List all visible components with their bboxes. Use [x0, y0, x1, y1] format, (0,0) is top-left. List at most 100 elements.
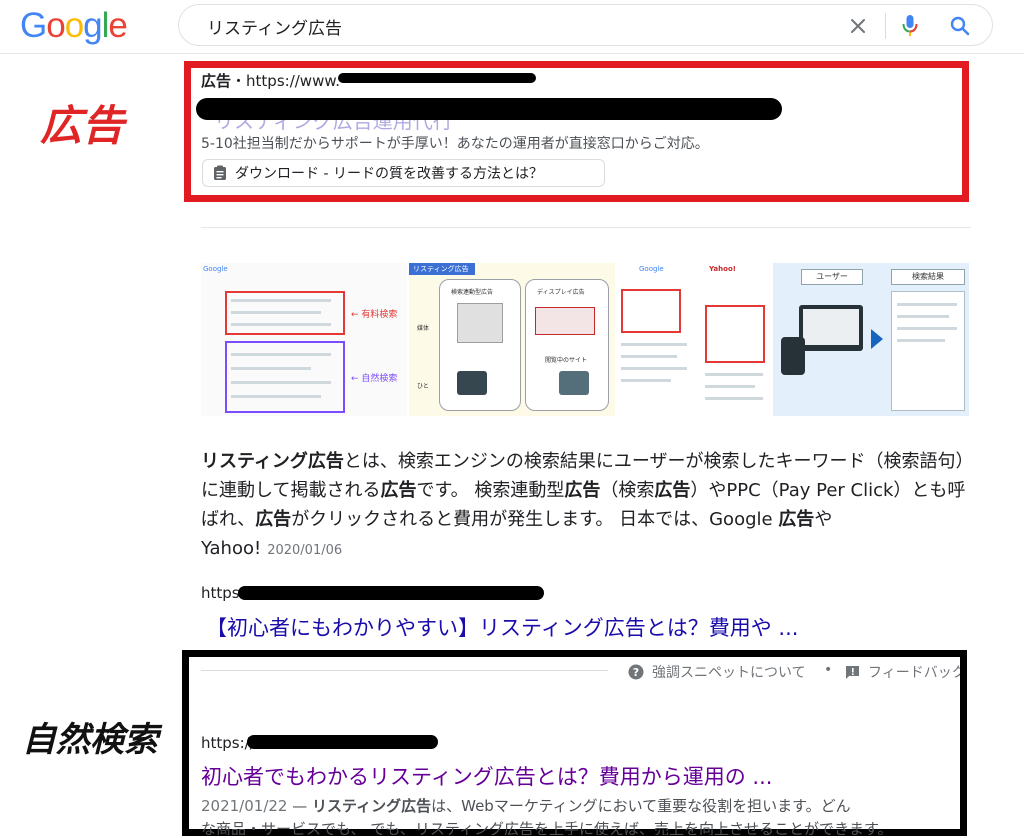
- search-header: Google リスティング広告: [0, 0, 1024, 54]
- ad-badge: 広告: [201, 72, 232, 90]
- paid-region-box: [621, 289, 681, 333]
- person-illustration: [559, 371, 589, 395]
- text-line: [897, 303, 957, 306]
- ad-url-line[interactable]: 広告・https://www.: [201, 70, 340, 91]
- separator: •: [824, 662, 833, 678]
- screen-illustration: [457, 303, 503, 343]
- logo-letter: o: [46, 6, 65, 45]
- redaction-bar: [247, 735, 438, 749]
- text-line: [231, 367, 311, 370]
- natural-region-box: [225, 341, 345, 413]
- snippet-bold: 広告: [380, 480, 417, 501]
- divider: [201, 227, 971, 228]
- text-line: [621, 343, 687, 346]
- svg-text:?: ?: [633, 666, 639, 679]
- search-box-divider: [885, 13, 886, 39]
- phone-illustration: [457, 371, 487, 395]
- organic-desc-text: な商品・サービスでも、 でも、リスティング広告を上手に使えば、売上を向上させるこ…: [201, 820, 893, 835]
- thumb-logo: Google: [203, 265, 228, 273]
- paid-label: ← 有料検索: [351, 310, 398, 320]
- search-input[interactable]: リスティング広告: [207, 14, 342, 39]
- results-label: 検索結果: [891, 269, 965, 285]
- organic-description: 2021/01/22 — リスティング広告は、Webマーケティングにおいて重要な…: [201, 795, 961, 835]
- text-line: [705, 397, 763, 400]
- redaction-bar: [338, 73, 536, 83]
- close-icon[interactable]: [843, 11, 873, 41]
- text-line: [897, 339, 945, 342]
- feedback-icon: [845, 665, 860, 680]
- text-line: [897, 327, 957, 330]
- divider: [201, 670, 608, 671]
- search-icon[interactable]: [945, 11, 975, 41]
- google-logo[interactable]: Google: [20, 6, 128, 46]
- row-ad-label: 媒体: [417, 325, 430, 332]
- col-search-label: 検索連動型広告: [451, 289, 494, 296]
- snippet-bold: 広告: [564, 480, 601, 501]
- text-line: [231, 381, 331, 384]
- redaction-bar: [196, 98, 782, 120]
- organic-annotation-label: 自然検索: [22, 720, 158, 760]
- redaction-bar: [238, 586, 544, 600]
- organic-desc-text: は、Webマーケティングにおいて重要な役割を担います。どん: [431, 797, 851, 815]
- text-line: [897, 315, 949, 318]
- image-thumbnail[interactable]: リスティング広告 検索連動型広告 ディスプレイ広告 媒体 ひと 閲覧中のサイト: [409, 263, 615, 416]
- feedback-link[interactable]: フィードバック: [845, 662, 960, 682]
- snippet-text: （検索: [600, 480, 655, 501]
- site-label: 閲覧中のサイト: [545, 357, 588, 364]
- thumb-header: リスティング広告: [409, 263, 475, 275]
- ad-separator: ・: [231, 72, 247, 90]
- row-people-label: ひと: [417, 383, 429, 390]
- featured-snippet-text: リスティング広告とは、検索エンジンの検索結果にユーザーが検索したキーワード（検索…: [201, 447, 966, 565]
- natural-label: ← 自然検索: [351, 374, 398, 384]
- about-featured-snippets-link[interactable]: ? 強調スニペットについて: [628, 662, 806, 682]
- organic-dash: —: [287, 797, 313, 815]
- clipboard-icon: [213, 165, 227, 181]
- logo-letter: e: [108, 6, 127, 45]
- organic-date: 2021/01/22: [201, 797, 288, 815]
- arrow-right-icon: [871, 329, 883, 349]
- user-label: ユーザー: [801, 269, 863, 285]
- snippet-bold: 広告: [778, 509, 815, 530]
- ad-description: 5-10社担当制だからサポートが手厚い！あなたの運用者が直接窓口からご対応。: [201, 136, 709, 152]
- text-line: [621, 379, 671, 382]
- text-line: [231, 395, 321, 398]
- text-line: [231, 353, 331, 356]
- search-box[interactable]: リスティング広告: [178, 4, 993, 46]
- ad-url[interactable]: https://www.: [246, 72, 340, 90]
- image-thumbnail[interactable]: Yahoo!: [701, 263, 771, 416]
- col-display-label: ディスプレイ広告: [537, 289, 585, 296]
- snippet-text: です。 検索連動型: [416, 480, 565, 501]
- ad-sitelink-label[interactable]: ダウンロード - リードの質を改善する方法とは？: [235, 163, 543, 183]
- image-thumbnail[interactable]: ユーザー 検索結果: [773, 263, 969, 416]
- text-line: [231, 311, 321, 314]
- organic-title[interactable]: 初心者でもわかるリスティング広告とは？費用から運用の ...: [201, 761, 772, 791]
- snippet-date: 2020/01/06: [267, 543, 343, 558]
- text-line: [621, 367, 687, 370]
- snippet-bold: リスティング広告: [201, 451, 344, 472]
- snippet-source-title[interactable]: 【初心者にもわかりやすい】リスティング広告とは？費用や ...: [206, 612, 798, 642]
- ad-annotation-label: 広告: [40, 101, 125, 150]
- image-thumbnail[interactable]: Google ← 有料検索 ← 自然検索: [201, 263, 407, 416]
- feedback-label[interactable]: フィードバック: [868, 662, 960, 682]
- snippet-text: がクリックされると費用が発生します。 日本では、Google: [291, 509, 779, 530]
- phone-illustration: [781, 337, 805, 375]
- snippet-bold: 広告: [654, 480, 691, 501]
- image-strip: Google ← 有料検索 ← 自然検索 リスティング広告 検索連動型広告 ディ…: [201, 263, 969, 416]
- thumb-logo: Google: [639, 265, 664, 273]
- text-line: [621, 355, 677, 358]
- help-icon: ?: [628, 664, 644, 680]
- about-label[interactable]: 強調スニペットについて: [652, 662, 806, 682]
- paid-region-box: [705, 305, 765, 363]
- ad-sitelink[interactable]: ダウンロード - リードの質を改善する方法とは？: [202, 159, 605, 187]
- organic-bold: リスティング広告: [312, 797, 432, 815]
- thumb-logo: Yahoo!: [709, 265, 736, 273]
- snippet-bold: 広告: [255, 509, 292, 530]
- monitor-screen: [803, 309, 859, 345]
- logo-letter: G: [20, 6, 47, 45]
- mic-icon[interactable]: [895, 11, 925, 41]
- screen-illustration: [535, 307, 595, 335]
- text-line: [231, 323, 331, 326]
- image-thumbnail[interactable]: Google: [617, 263, 699, 416]
- logo-letter: g: [83, 6, 102, 45]
- text-line: [705, 385, 755, 388]
